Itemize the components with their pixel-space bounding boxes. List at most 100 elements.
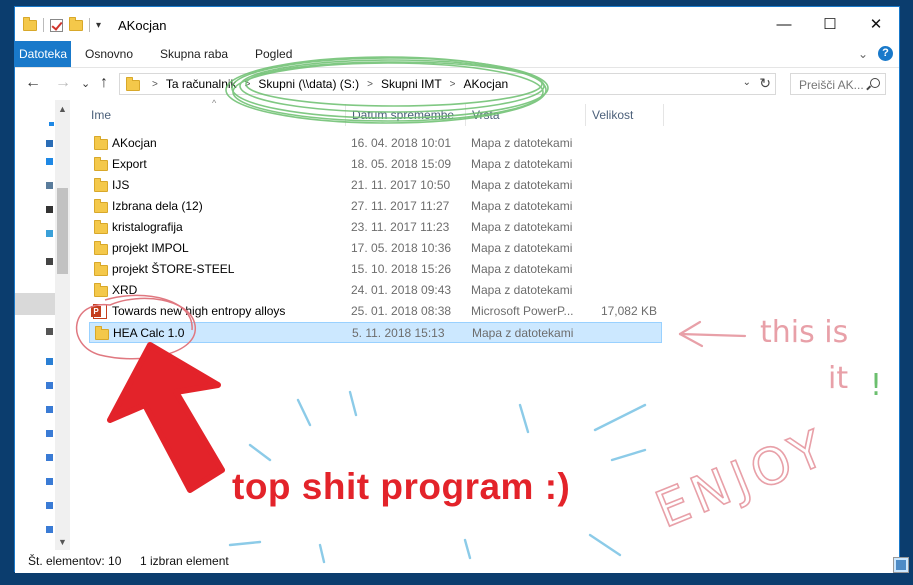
selection-count: 1 izbran element — [140, 554, 229, 568]
maximize-button[interactable]: ☐ — [807, 7, 853, 41]
new-folder-icon[interactable] — [69, 16, 83, 31]
file-name: Izbrana dela (12) — [112, 199, 203, 213]
powerpoint-icon — [91, 304, 107, 319]
search-box[interactable] — [790, 73, 886, 95]
recent-locations-button[interactable]: ⌄ — [81, 77, 90, 90]
file-row[interactable]: Izbrana dela (12) 27. 11. 2017 11:27 Map… — [89, 196, 662, 217]
scrollbar-thumb[interactable] — [57, 188, 68, 274]
column-header-date[interactable]: Datum spremembe — [352, 100, 454, 130]
chevron-right-icon[interactable]: > — [152, 79, 158, 90]
customize-toolbar-icon[interactable]: ▾ — [96, 20, 101, 31]
folder-icon — [94, 241, 108, 255]
tab-osnovno[interactable]: Osnovno — [85, 41, 133, 67]
file-name: projekt ŠTORE-STEEL — [112, 262, 235, 276]
file-date: 23. 11. 2017 11:23 — [351, 220, 450, 234]
folder-icon — [94, 220, 108, 234]
close-button[interactable]: ✕ — [853, 7, 899, 41]
chevron-right-icon[interactable]: > — [367, 79, 373, 90]
file-name: Export — [112, 157, 147, 171]
tab-skupna-raba[interactable]: Skupna raba — [160, 41, 228, 67]
ribbon-tabs: Datoteka Osnovno Skupna raba Pogled ⌄ ? — [15, 41, 899, 68]
folder-icon — [94, 199, 108, 213]
scroll-up-icon[interactable]: ▲ — [58, 104, 67, 114]
expand-ribbon-icon[interactable]: ⌄ — [858, 47, 868, 61]
file-name: IJS — [112, 178, 130, 192]
address-row: ← → ⌄ ↑ > Ta računalnik > Skupni (\\data… — [15, 68, 899, 100]
network-icon[interactable] — [46, 358, 53, 365]
file-type: Mapa z datotekami — [471, 199, 573, 213]
nav-scrollbar[interactable]: ▲ ▼ — [55, 100, 70, 550]
tab-pogled[interactable]: Pogled — [255, 41, 292, 67]
search-input[interactable] — [797, 75, 871, 95]
file-row[interactable]: XRD 24. 01. 2018 09:43 Mapa z datotekami — [89, 280, 662, 301]
divider[interactable] — [663, 104, 664, 126]
file-type: Mapa z datotekami — [471, 241, 573, 255]
nav-item-icon[interactable] — [46, 430, 53, 437]
refresh-icon[interactable]: ↻ — [759, 75, 771, 92]
file-row[interactable]: projekt ŠTORE-STEEL 15. 10. 2018 15:26 M… — [89, 259, 662, 280]
nav-item-icon[interactable] — [46, 502, 53, 509]
chevron-down-icon[interactable]: ⌄ — [743, 77, 751, 88]
scroll-down-icon[interactable]: ▼ — [58, 537, 67, 547]
tab-datoteka[interactable]: Datoteka — [15, 41, 71, 67]
breadcrumb-item[interactable]: Ta računalnik — [166, 77, 237, 91]
properties-icon[interactable] — [50, 18, 63, 32]
breadcrumb-item[interactable]: Skupni (\\data) (S:) — [258, 77, 359, 91]
divider — [89, 18, 90, 32]
address-bar[interactable]: > Ta računalnik > Skupni (\\data) (S:) >… — [119, 73, 776, 95]
divider[interactable] — [585, 104, 586, 126]
file-row[interactable]: Export 18. 05. 2018 15:09 Mapa z datotek… — [89, 154, 662, 175]
file-size — [572, 323, 658, 342]
nav-item-icon[interactable] — [46, 382, 53, 389]
nav-item-icon[interactable] — [46, 406, 53, 413]
file-row[interactable]: Towards new high entropy alloys 25. 01. … — [89, 301, 662, 322]
column-header-type[interactable]: Vrsta — [472, 100, 500, 130]
search-icon — [870, 78, 880, 88]
back-button[interactable]: ← — [25, 74, 41, 92]
annotation-main-text: top shit program :) — [232, 466, 571, 507]
column-header-size[interactable]: Velikost — [592, 100, 633, 130]
divider[interactable] — [465, 104, 466, 126]
forward-button[interactable]: → — [55, 74, 71, 92]
file-date: 5. 11. 2018 15:13 — [352, 326, 445, 340]
nav-item-icon[interactable] — [46, 182, 53, 189]
item-count: Št. elementov: 10 — [28, 554, 122, 568]
file-row[interactable]: kristalografija 23. 11. 2017 11:23 Mapa … — [89, 217, 662, 238]
minimize-button[interactable]: — — [761, 7, 807, 41]
help-icon[interactable]: ? — [878, 46, 893, 61]
file-size — [571, 154, 657, 173]
breadcrumb-item[interactable]: Skupni IMT — [381, 77, 442, 91]
file-row[interactable]: IJS 21. 11. 2017 10:50 Mapa z datotekami — [89, 175, 662, 196]
nav-item-icon[interactable] — [46, 206, 53, 213]
nav-item-icon[interactable] — [46, 454, 53, 461]
file-type: Mapa z datotekami — [471, 283, 573, 297]
nav-item-icon[interactable] — [46, 526, 53, 533]
nav-item-icon[interactable] — [46, 158, 53, 165]
chevron-right-icon[interactable]: > — [450, 79, 456, 90]
file-row-selected[interactable]: HEA Calc 1.0 5. 11. 2018 15:13 Mapa z da… — [89, 322, 662, 343]
up-button[interactable]: ↑ — [100, 74, 108, 92]
file-name: HEA Calc 1.0 — [113, 326, 185, 340]
large-icons-view-icon[interactable] — [893, 557, 909, 573]
file-row[interactable]: projekt IMPOL 17. 05. 2018 10:36 Mapa z … — [89, 238, 662, 259]
column-header-name[interactable]: Ime — [91, 100, 111, 130]
file-type: Microsoft PowerP... — [471, 304, 574, 318]
nav-item-icon[interactable] — [46, 328, 53, 335]
nav-item-icon[interactable] — [46, 478, 53, 485]
status-bar: Št. elementov: 10 1 izbran element — [15, 550, 909, 573]
file-date: 21. 11. 2017 10:50 — [351, 178, 451, 192]
chevron-right-icon[interactable]: > — [245, 79, 251, 90]
file-date: 15. 10. 2018 15:26 — [351, 262, 452, 276]
nav-item-icon[interactable] — [46, 230, 53, 237]
file-row[interactable]: AKocjan 16. 04. 2018 10:01 Mapa z datote… — [89, 133, 662, 154]
nav-item-icon[interactable] — [46, 258, 53, 265]
breadcrumb-item[interactable]: AKocjan — [464, 77, 509, 91]
nav-selected-item[interactable] — [15, 293, 55, 315]
divider — [43, 18, 44, 32]
quick-access-icon[interactable] — [49, 122, 54, 126]
file-name: projekt IMPOL — [112, 241, 189, 255]
file-name: Towards new high entropy alloys — [112, 304, 286, 318]
divider[interactable] — [345, 104, 346, 126]
nav-item-icon[interactable] — [46, 140, 53, 147]
quick-access-toolbar: ▾ — [23, 16, 101, 33]
